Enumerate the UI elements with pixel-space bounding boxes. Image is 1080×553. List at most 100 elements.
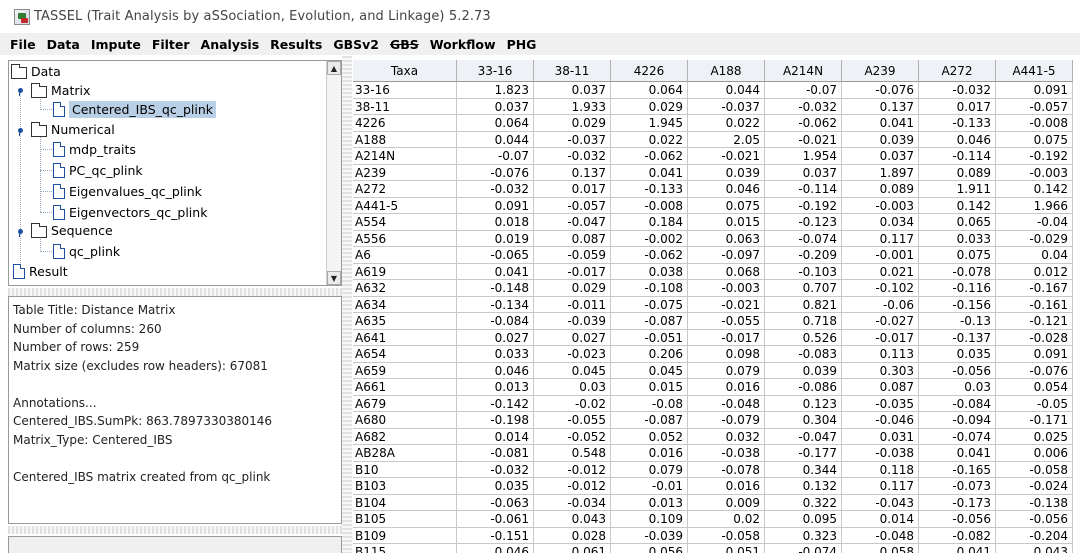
row-header-cell[interactable]: A661 <box>353 379 457 395</box>
table-cell[interactable]: -0.087 <box>611 412 688 428</box>
table-cell[interactable]: -0.123 <box>765 214 842 230</box>
table-cell[interactable]: 0.054 <box>996 379 1073 395</box>
table-cell[interactable]: 0.718 <box>765 313 842 329</box>
row-header-cell[interactable]: A556 <box>353 230 457 247</box>
table-row[interactable]: A682 0.014 -0.052 0.052 0.032 -0.047 0.031 -0.0… <box>353 428 1073 445</box>
table-cell[interactable]: 0.021 <box>842 263 919 280</box>
table-cell[interactable]: -0.161 <box>996 296 1073 313</box>
table-row[interactable]: B109 -0.151 0.028 -0.039 -0.058 0.323 -0.048 -0… <box>353 527 1073 544</box>
column-header[interactable]: A188 <box>688 60 765 82</box>
table-row[interactable]: A214N -0.07 -0.032 -0.062 -0.021 1.954 0.037 -0… <box>353 148 1073 165</box>
row-header-cell[interactable]: AB28A <box>353 445 457 461</box>
table-cell[interactable]: 0.707 <box>765 280 842 296</box>
table-cell[interactable]: 0.091 <box>996 346 1073 362</box>
table-cell[interactable]: -0.043 <box>842 494 919 511</box>
menu-gbsv2[interactable]: GBSv2 <box>331 37 381 52</box>
column-header[interactable]: A441-5 <box>996 60 1073 82</box>
table-cell[interactable]: -0.103 <box>765 263 842 280</box>
table-cell[interactable]: 1.897 <box>842 164 919 181</box>
table-cell[interactable]: 0.322 <box>765 494 842 511</box>
row-header-cell[interactable]: B10 <box>353 461 457 478</box>
table-cell[interactable]: -0.032 <box>457 461 534 478</box>
table-cell[interactable]: 0.04 <box>996 247 1073 263</box>
table-cell[interactable]: -0.047 <box>534 214 611 230</box>
table-cell[interactable]: -0.097 <box>688 247 765 263</box>
table-cell[interactable]: 0.022 <box>688 115 765 131</box>
table-cell[interactable]: 0.037 <box>534 82 611 98</box>
table-cell[interactable]: -0.039 <box>611 527 688 544</box>
table-cell[interactable]: -0.062 <box>611 247 688 263</box>
table-cell[interactable]: 0.046 <box>457 544 534 553</box>
table-cell[interactable]: 0.043 <box>996 544 1073 553</box>
table-cell[interactable]: 0.184 <box>611 214 688 230</box>
table-cell[interactable]: 0.034 <box>842 214 919 230</box>
row-header-cell[interactable]: A188 <box>353 131 457 148</box>
table-cell[interactable]: -0.017 <box>842 329 919 346</box>
table-cell[interactable]: -0.048 <box>688 395 765 412</box>
table-cell[interactable]: 0.027 <box>457 329 534 346</box>
table-cell[interactable]: 0.117 <box>842 230 919 247</box>
tree-node-centered-ibs[interactable]: Centered_IBS_qc_plink <box>53 99 216 119</box>
table-cell[interactable]: 0.095 <box>765 511 842 527</box>
table-cell[interactable]: -0.063 <box>457 494 534 511</box>
table-cell[interactable]: -0.13 <box>919 313 996 329</box>
table-cell[interactable]: -0.133 <box>919 115 996 131</box>
table-cell[interactable]: 0.123 <box>765 395 842 412</box>
row-header-cell[interactable]: A632 <box>353 280 457 296</box>
table-cell[interactable]: 0.075 <box>919 247 996 263</box>
table-cell[interactable]: 0.065 <box>919 214 996 230</box>
table-row[interactable]: A659 0.046 0.045 0.045 0.079 0.039 0.303 -0.056… <box>353 362 1073 379</box>
table-cell[interactable]: -0.074 <box>765 230 842 247</box>
tree-node-eigenvalues[interactable]: Eigenvalues_qc_plink <box>53 181 202 201</box>
table-cell[interactable]: 1.911 <box>919 181 996 197</box>
tree-expander-sequence-icon[interactable] <box>15 226 25 237</box>
table-row[interactable]: B104 -0.063 -0.034 0.013 0.009 0.322 -0.043 -0.… <box>353 494 1073 511</box>
table-cell[interactable]: -0.116 <box>919 280 996 296</box>
table-row[interactable]: A679 -0.142 -0.02 -0.08 -0.048 0.123 -0.035 -0.… <box>353 395 1073 412</box>
table-cell[interactable]: -0.148 <box>457 280 534 296</box>
table-cell[interactable]: 0.019 <box>457 230 534 247</box>
table-cell[interactable]: 0.323 <box>765 527 842 544</box>
table-row[interactable]: 4226 0.064 0.029 1.945 0.022 -0.062 0.041 -0.13… <box>353 115 1073 132</box>
table-cell[interactable]: -0.04 <box>996 214 1073 230</box>
table-cell[interactable]: -0.046 <box>842 412 919 428</box>
table-cell[interactable]: 0.087 <box>534 230 611 247</box>
table-cell[interactable]: 0.098 <box>688 346 765 362</box>
table-cell[interactable]: 0.056 <box>611 544 688 553</box>
tree-expander-matrix-icon[interactable] <box>15 85 25 96</box>
table-cell[interactable]: 0.033 <box>919 230 996 247</box>
table-cell[interactable]: -0.032 <box>457 181 534 197</box>
table-cell[interactable]: -0.059 <box>534 247 611 263</box>
table-cell[interactable]: 0.046 <box>688 181 765 197</box>
table-cell[interactable]: 0.039 <box>688 164 765 181</box>
tree-node-mdp-traits[interactable]: mdp_traits <box>53 139 136 159</box>
table-cell[interactable]: 0.137 <box>842 98 919 115</box>
table-cell[interactable]: 0.118 <box>842 461 919 478</box>
table-cell[interactable]: 0.016 <box>611 445 688 461</box>
tree-node-matrix[interactable]: Matrix <box>31 80 90 100</box>
table-cell[interactable]: 0.029 <box>534 280 611 296</box>
table-cell[interactable]: 0.02 <box>688 511 765 527</box>
table-cell[interactable]: -0.037 <box>534 131 611 148</box>
table-cell[interactable]: 0.03 <box>919 379 996 395</box>
table-cell[interactable]: -0.083 <box>765 346 842 362</box>
column-header[interactable]: Taxa <box>353 60 457 82</box>
table-cell[interactable]: -0.204 <box>996 527 1073 544</box>
tree-node-numerical[interactable]: Numerical <box>31 119 115 139</box>
table-cell[interactable]: 0.068 <box>688 263 765 280</box>
table-cell[interactable]: 0.044 <box>457 131 534 148</box>
table-cell[interactable]: -0.048 <box>842 527 919 544</box>
table-cell[interactable]: -0.087 <box>611 313 688 329</box>
table-row[interactable]: B115 0.046 0.061 0.056 0.051 -0.074 0.058 0.041… <box>353 544 1073 553</box>
table-cell[interactable]: 0.013 <box>611 494 688 511</box>
table-cell[interactable]: 0.027 <box>534 329 611 346</box>
table-row[interactable]: 33-16 1.823 0.037 0.064 0.044 -0.07 -0.076 -0.0… <box>353 82 1073 99</box>
menu-file[interactable]: File <box>8 37 38 52</box>
table-cell[interactable]: -0.081 <box>457 445 534 461</box>
table-cell[interactable]: -0.017 <box>534 263 611 280</box>
row-header-cell[interactable]: A214N <box>353 148 457 164</box>
table-cell[interactable]: 0.006 <box>996 445 1073 461</box>
table-cell[interactable]: 0.039 <box>765 362 842 379</box>
table-cell[interactable]: -0.056 <box>996 511 1073 527</box>
row-header-cell[interactable]: A634 <box>353 296 457 313</box>
